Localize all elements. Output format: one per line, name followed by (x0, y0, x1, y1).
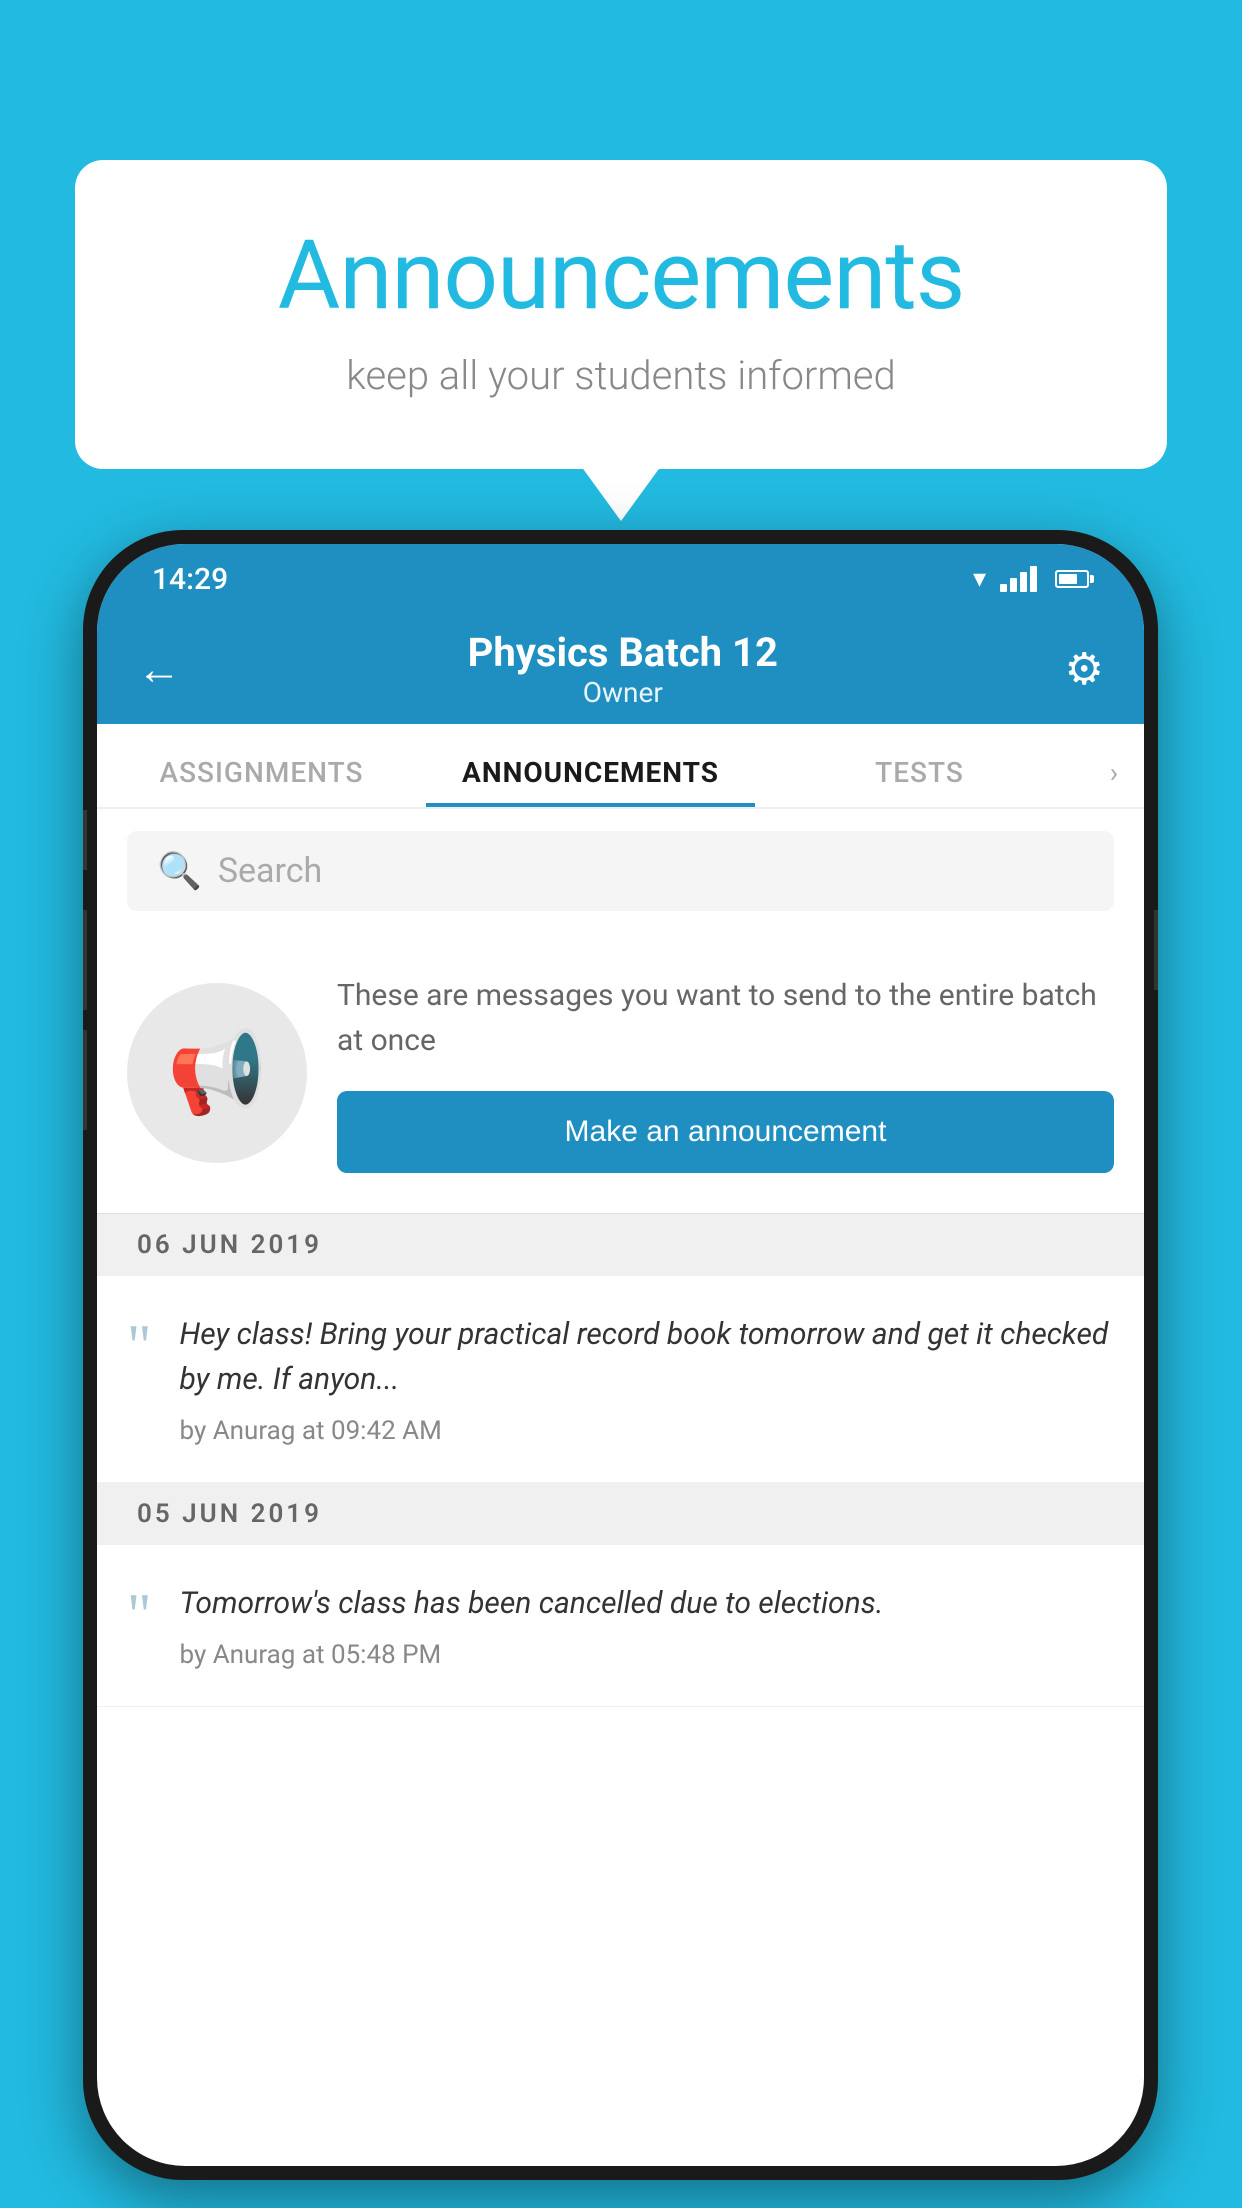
phone-frame: 14:29 ▾ ← Physic (83, 530, 1158, 2180)
megaphone-icon: 📢 (167, 1026, 267, 1120)
tab-announcements[interactable]: ANNOUNCEMENTS (426, 756, 755, 807)
status-time: 14:29 (152, 562, 228, 597)
promo-area: 📢 These are messages you want to send to… (97, 933, 1144, 1214)
search-icon: 🔍 (157, 850, 202, 892)
promo-right: These are messages you want to send to t… (337, 973, 1114, 1173)
announcement-text-2: Tomorrow's class has been cancelled due … (180, 1581, 1115, 1626)
speech-bubble-container: Announcements keep all your students inf… (75, 160, 1167, 469)
announcement-meta-2: by Anurag at 05:48 PM (180, 1640, 1115, 1670)
announcement-item-1[interactable]: " Hey class! Bring your practical record… (97, 1276, 1144, 1483)
user-role: Owner (468, 676, 778, 709)
back-button[interactable]: ← (137, 643, 181, 695)
status-bar: 14:29 ▾ (97, 544, 1144, 614)
tab-tests[interactable]: TESTS (755, 756, 1084, 807)
quote-icon-2: " (127, 1585, 152, 1645)
announcement-item-2[interactable]: " Tomorrow's class has been cancelled du… (97, 1545, 1144, 1707)
announcement-meta-1: by Anurag at 09:42 AM (180, 1416, 1115, 1446)
top-bar-title-area: Physics Batch 12 Owner (468, 629, 778, 709)
search-container: 🔍 Search (97, 809, 1144, 933)
quote-icon-1: " (127, 1316, 152, 1376)
bubble-subtitle: keep all your students informed (155, 352, 1087, 399)
promo-description: These are messages you want to send to t… (337, 973, 1114, 1063)
wifi-icon: ▾ (973, 564, 986, 594)
date-divider-1: 06 JUN 2019 (97, 1214, 1144, 1276)
promo-icon-circle: 📢 (127, 983, 307, 1163)
make-announcement-button[interactable]: Make an announcement (337, 1091, 1114, 1173)
speech-bubble: Announcements keep all your students inf… (75, 160, 1167, 469)
announcement-content-1: Hey class! Bring your practical record b… (180, 1312, 1115, 1446)
power-button (1154, 910, 1158, 990)
bubble-title: Announcements (155, 220, 1087, 332)
date-divider-2: 05 JUN 2019 (97, 1483, 1144, 1545)
volume-down-button (83, 1030, 87, 1130)
signal-icon (1000, 566, 1037, 592)
search-bar[interactable]: 🔍 Search (127, 831, 1114, 911)
search-input[interactable]: Search (218, 851, 322, 891)
silent-button (83, 810, 87, 870)
announcement-text-1: Hey class! Bring your practical record b… (180, 1312, 1115, 1402)
tab-assignments[interactable]: ASSIGNMENTS (97, 756, 426, 807)
battery-icon (1055, 570, 1089, 588)
announcement-content-2: Tomorrow's class has been cancelled due … (180, 1581, 1115, 1670)
volume-up-button (83, 910, 87, 1010)
top-bar: ← Physics Batch 12 Owner ⚙ (97, 614, 1144, 724)
status-icons: ▾ (973, 564, 1089, 594)
settings-icon[interactable]: ⚙ (1065, 643, 1104, 695)
tabs-bar: ASSIGNMENTS ANNOUNCEMENTS TESTS › (97, 724, 1144, 809)
batch-name: Physics Batch 12 (468, 629, 778, 676)
phone-screen: 14:29 ▾ ← Physic (97, 544, 1144, 2166)
tabs-more-icon[interactable]: › (1084, 756, 1144, 807)
